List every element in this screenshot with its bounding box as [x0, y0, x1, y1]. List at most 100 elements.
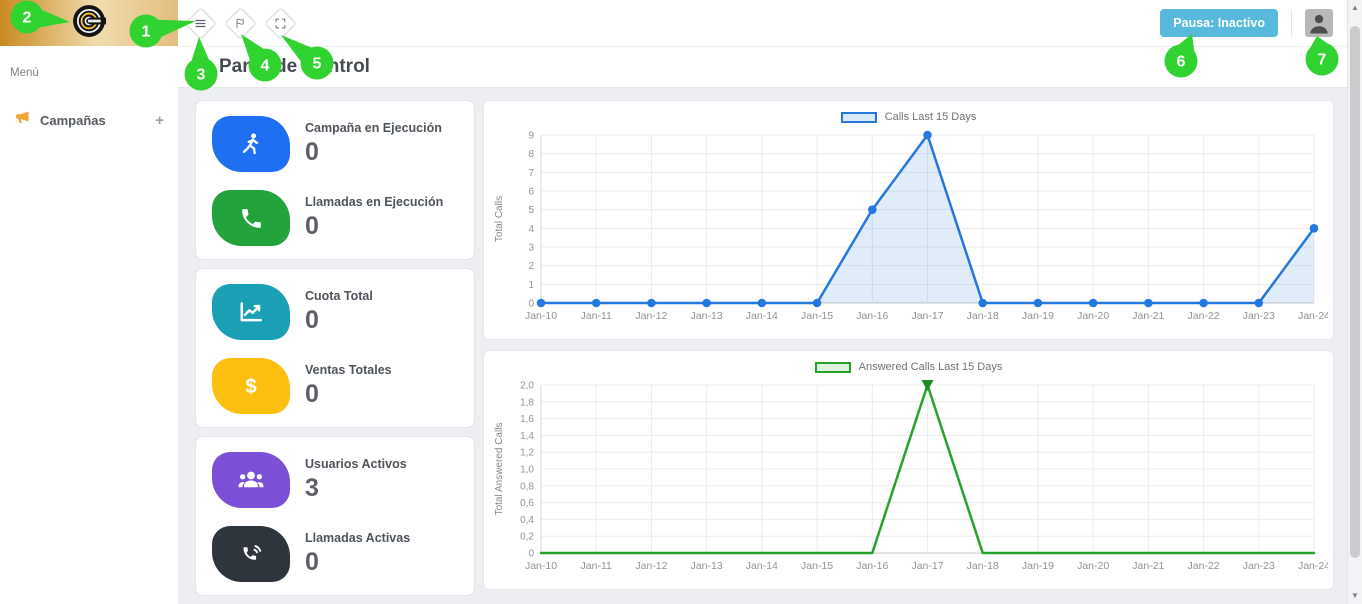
svg-text:8: 8 — [528, 149, 534, 160]
stat-card-totals: Cuota Total 0 $ Ventas Totales 0 — [195, 268, 475, 428]
svg-text:0: 0 — [528, 299, 534, 310]
scroll-down-arrow-icon[interactable]: ▼ — [1348, 591, 1362, 600]
legend-swatch — [815, 362, 851, 373]
stat-card-execution: Campaña en Ejecución 0 Llamadas en Ejecu… — [195, 100, 475, 260]
chart-line-icon — [212, 284, 290, 340]
stat-value: 0 — [305, 138, 442, 167]
pause-status-button[interactable]: Pausa: Inactivo — [1160, 9, 1278, 37]
svg-text:Jan-12: Jan-12 — [635, 560, 667, 572]
stat-total-sales: $ Ventas Totales 0 — [212, 358, 458, 414]
svg-text:1,4: 1,4 — [520, 431, 534, 442]
svg-text:6: 6 — [528, 187, 534, 198]
svg-text:0: 0 — [528, 549, 534, 560]
flag-button[interactable] — [224, 7, 257, 40]
scrollbar-thumb[interactable] — [1350, 26, 1360, 558]
dollar-icon: $ — [212, 358, 290, 414]
user-avatar[interactable] — [1305, 9, 1333, 37]
svg-text:5: 5 — [528, 205, 534, 216]
page-title: Panel de Control — [219, 56, 370, 78]
charts-column: Calls Last 15 Days0123456789Jan-10Jan-11… — [483, 100, 1334, 604]
top-navbar: Pausa: Inactivo — [178, 0, 1347, 47]
svg-text:2,0: 2,0 — [520, 381, 534, 392]
svg-text:Jan-19: Jan-19 — [1022, 310, 1054, 322]
svg-text:Jan-24: Jan-24 — [1298, 560, 1328, 572]
scroll-up-arrow-icon[interactable]: ▲ — [1348, 3, 1362, 12]
stat-label: Ventas Totales — [305, 363, 392, 377]
y-axis-title: Total Calls — [494, 196, 505, 242]
stat-label: Llamadas en Ejecución — [305, 195, 443, 209]
chart-legend: Answered Calls Last 15 Days — [489, 359, 1328, 375]
stat-value: 0 — [305, 212, 443, 241]
sidebar-item-campaigns[interactable]: Campañas + — [0, 99, 178, 141]
answered-calls-chart-card: Answered Calls Last 15 Days 0 0,2 0,4 0,6 0,8… — [483, 350, 1334, 590]
flag-icon — [234, 17, 247, 30]
svg-text:0,4: 0,4 — [520, 515, 534, 526]
svg-text:Jan-19: Jan-19 — [1022, 560, 1054, 572]
svg-text:$: $ — [245, 375, 257, 398]
stat-label: Campaña en Ejecución — [305, 121, 442, 135]
stat-active-users: Usuarios Activos 3 — [212, 452, 458, 508]
svg-text:Jan-17: Jan-17 — [911, 310, 943, 322]
legend-swatch — [841, 112, 877, 123]
megaphone-icon — [14, 109, 31, 131]
stat-value: 3 — [305, 474, 407, 503]
svg-text:Jan-20: Jan-20 — [1077, 560, 1109, 572]
sidebar: Menú Campañas + — [0, 0, 179, 604]
svg-text:Jan-21: Jan-21 — [1132, 560, 1164, 572]
sidebar-item-label: Campañas — [40, 113, 106, 128]
stat-value: 0 — [305, 380, 392, 409]
app-root: Menú Campañas + — [0, 0, 1362, 604]
svg-text:Jan-10: Jan-10 — [525, 310, 557, 322]
svg-text:1,8: 1,8 — [520, 397, 534, 408]
navbar-divider — [1291, 10, 1292, 36]
stat-card-active: Usuarios Activos 3 Llamadas Activas 0 — [195, 436, 475, 596]
navbar-left-icons — [178, 12, 300, 35]
phone-icon — [212, 190, 290, 246]
sidebar-menu-label: Menú — [0, 46, 178, 79]
y-axis-title: Total Answered Calls — [494, 423, 505, 516]
svg-text:Jan-24: Jan-24 — [1298, 310, 1328, 322]
sidebar-toggle-button[interactable] — [184, 7, 217, 40]
person-silhouette-icon — [1305, 9, 1333, 37]
fullscreen-icon — [274, 17, 287, 30]
stat-value: 0 — [305, 548, 410, 577]
svg-text:Jan-16: Jan-16 — [856, 560, 888, 572]
svg-text:Jan-22: Jan-22 — [1188, 560, 1220, 572]
legend-label: Answered Calls Last 15 Days — [859, 361, 1003, 373]
svg-text:2: 2 — [528, 261, 534, 272]
stat-total-quota: Cuota Total 0 — [212, 284, 458, 340]
gauge-icon — [194, 56, 211, 78]
runner-icon — [212, 116, 290, 172]
svg-text:4: 4 — [528, 224, 534, 235]
svg-text:Jan-14: Jan-14 — [746, 310, 778, 322]
stat-active-calls: Llamadas Activas 0 — [212, 526, 458, 582]
svg-text:Jan-17: Jan-17 — [911, 560, 943, 572]
svg-text:0,8: 0,8 — [520, 481, 534, 492]
calls-chart-card: Calls Last 15 Days0123456789Jan-10Jan-11… — [483, 100, 1334, 340]
page-scrollbar[interactable]: ▲ ▼ — [1347, 0, 1362, 604]
svg-text:Jan-15: Jan-15 — [801, 310, 833, 322]
svg-text:Jan-10: Jan-10 — [525, 560, 557, 572]
svg-text:Jan-16: Jan-16 — [856, 310, 888, 322]
stat-label: Llamadas Activas — [305, 531, 410, 545]
navbar-right: Pausa: Inactivo — [1160, 9, 1347, 37]
svg-text:Jan-13: Jan-13 — [691, 310, 723, 322]
brand-header[interactable] — [0, 0, 178, 46]
users-icon — [212, 452, 290, 508]
chart-svg: 0123456789Jan-10Jan-11Jan-12Jan-13Jan-14… — [489, 125, 1328, 329]
expand-plus-icon[interactable]: + — [155, 112, 164, 129]
svg-text:Jan-21: Jan-21 — [1132, 310, 1164, 322]
svg-text:1: 1 — [528, 280, 534, 291]
page-header: Panel de Control — [178, 46, 1347, 88]
svg-text:0,2: 0,2 — [520, 532, 534, 543]
legend-label: Calls Last 15 Days — [885, 111, 977, 123]
svg-text:Jan-12: Jan-12 — [635, 310, 667, 322]
stat-calls-running: Llamadas en Ejecución 0 — [212, 190, 458, 246]
stat-value: 0 — [305, 306, 373, 335]
brand-logo-icon — [72, 4, 106, 43]
fullscreen-button[interactable] — [264, 7, 297, 40]
svg-text:0,6: 0,6 — [520, 498, 534, 509]
chart-svg: 00,20,40,60,81,01,21,41,61,82,0Jan-10Jan… — [489, 375, 1328, 579]
stat-label: Cuota Total — [305, 289, 373, 303]
svg-text:Jan-22: Jan-22 — [1188, 310, 1220, 322]
